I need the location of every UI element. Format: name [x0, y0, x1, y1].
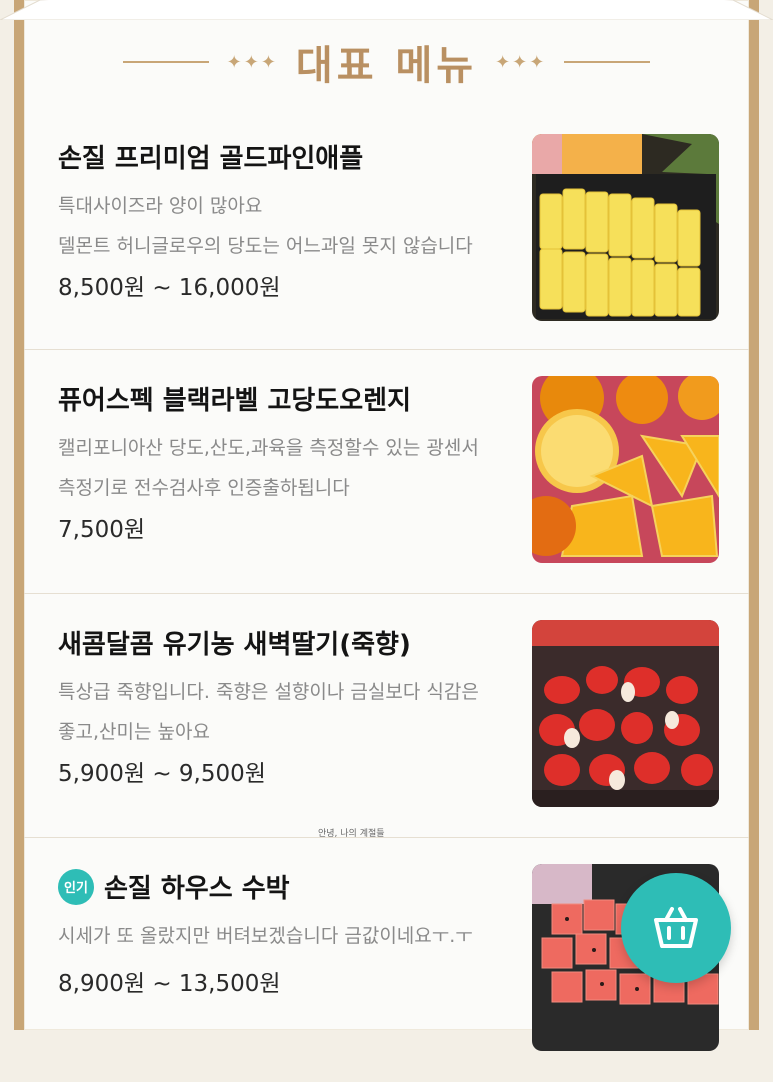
- page-title: 대표 메뉴: [295, 43, 478, 89]
- pineapple-photo[interactable]: [532, 134, 719, 321]
- menu-item-description: 특대사이즈라 양이 많아요 델몬트 허니글로우의 당도는 어느과일 못지 않습니…: [58, 195, 473, 257]
- menu-item-orange[interactable]: 퓨어스펙 블랙라벨 고당도오렌지 캘리포니아산 당도,산도,과육을 측정할수 있…: [24, 350, 749, 594]
- menu-item-price: 7,500원: [58, 517, 146, 543]
- strawberry-photo[interactable]: [532, 620, 719, 807]
- pineapple-image: [532, 134, 719, 321]
- menu-item-price: 8,900원 ~ 13,500원: [58, 971, 281, 997]
- strawberry-image: [532, 620, 719, 807]
- basket-icon: [654, 907, 698, 948]
- menu-item-name: 인기 손질 하우스 수박: [58, 868, 290, 905]
- menu-item-description: 시세가 또 올랐지만 버텨보겠습니다 금값이네요ㅜ.ㅜ: [58, 925, 473, 947]
- section-heading: ✦✦✦ 대표 메뉴 ✦✦✦: [24, 30, 749, 94]
- menu-item-name: 손질 프리미엄 골드파인애플: [58, 144, 364, 174]
- menu-item-strawberry[interactable]: 새콤달콤 유기농 새벽딸기(죽향) 특상급 죽향입니다. 죽향은 설향이나 금실…: [24, 594, 749, 838]
- heading-rule-right: [564, 61, 651, 63]
- cart-button[interactable]: [621, 873, 731, 983]
- menu-item-price: 8,500원 ~ 16,000원: [58, 275, 281, 301]
- ornament-right-icon: ✦✦✦: [495, 51, 547, 73]
- orange-photo[interactable]: [532, 376, 719, 563]
- orange-image: [532, 376, 719, 563]
- ornament-left-icon: ✦✦✦: [226, 51, 278, 73]
- watermark-text: 안녕, 나의 계절들: [318, 829, 385, 839]
- heading-rule-left: [122, 61, 209, 63]
- top-arch-decoration: [0, 0, 773, 20]
- menu-item-price: 5,900원 ~ 9,500원: [58, 761, 266, 787]
- menu-item-pineapple[interactable]: 손질 프리미엄 골드파인애플 특대사이즈라 양이 많아요 델몬트 허니글로우의 …: [24, 108, 749, 350]
- menu-item-name: 퓨어스펙 블랙라벨 고당도오렌지: [58, 386, 411, 416]
- menu-item-description: 캘리포니아산 당도,산도,과육을 측정할수 있는 광센서 측정기로 전수검사후 …: [58, 437, 479, 499]
- popular-badge: 인기: [58, 868, 94, 905]
- menu-item-description: 특상급 죽향입니다. 죽향은 설향이나 금실보다 식감은 좋고,산미는 높아요: [58, 681, 479, 743]
- menu-item-name: 새콤달콤 유기농 새벽딸기(죽향): [58, 630, 411, 660]
